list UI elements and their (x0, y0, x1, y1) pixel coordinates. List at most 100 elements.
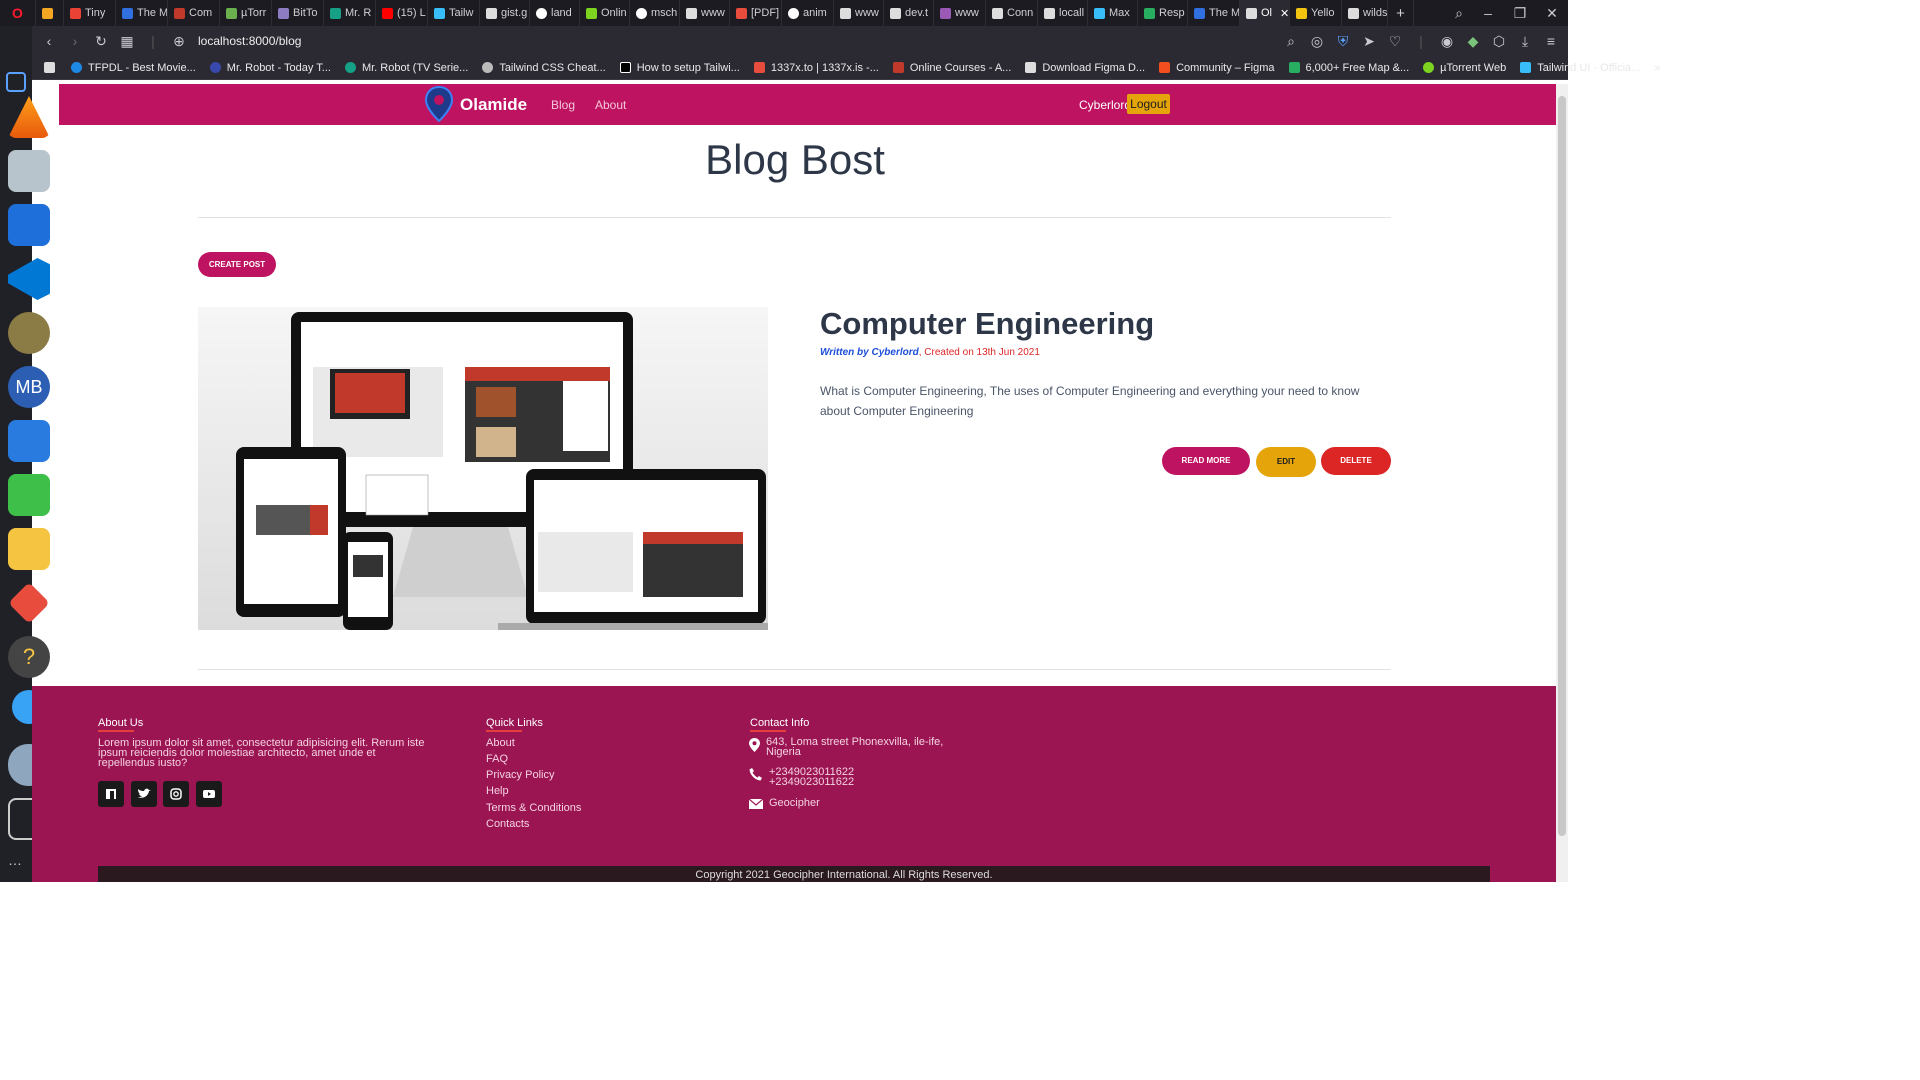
bookmark-item[interactable]: Download Figma D... (1025, 62, 1145, 74)
browser-tab[interactable]: Conn (986, 0, 1038, 26)
bookmark-folder-icon[interactable] (44, 62, 61, 73)
browser-tab[interactable]: locall (1038, 0, 1088, 26)
footer-link-help[interactable]: Help (486, 785, 509, 797)
restore-icon[interactable]: ❐ (1504, 5, 1536, 22)
bookmark-item[interactable]: TFPDL - Best Movie... (71, 62, 196, 74)
logout-button[interactable]: Logout (1127, 94, 1170, 114)
footer-link-about[interactable]: About (486, 737, 515, 749)
search-tabs-icon[interactable]: ⌕ (1446, 5, 1472, 22)
create-post-button[interactable]: CREATE POST (198, 252, 276, 277)
footer-link-privacy[interactable]: Privacy Policy (486, 769, 554, 781)
close-tab-icon[interactable]: ✕ (1280, 7, 1289, 20)
browser-tab[interactable]: BitTo (272, 0, 324, 26)
zoom-icon[interactable]: ⌕ (1278, 33, 1304, 50)
globe-app-icon[interactable] (8, 312, 50, 354)
disc-app-icon[interactable] (8, 420, 50, 462)
browser-tab[interactable]: land (530, 0, 580, 26)
snapshot-icon[interactable]: ◎ (1304, 33, 1330, 50)
back-icon[interactable]: ‹ (36, 33, 62, 49)
browser-tab[interactable]: dev.t (884, 0, 934, 26)
settings-icon[interactable]: ≡ (1538, 33, 1564, 49)
browser-tab[interactable]: [PDF] (730, 0, 782, 26)
extension-icon[interactable]: ◆ (1460, 33, 1486, 50)
bookmark-item[interactable]: Tailwind UI - Officia... (1520, 62, 1640, 74)
footer-email[interactable]: Geocipher (769, 797, 820, 809)
browser-tab[interactable]: msch (630, 0, 680, 26)
heart-icon[interactable]: ♡ (1382, 33, 1408, 50)
shield-icon[interactable]: ⛨ (1330, 33, 1356, 50)
read-more-button[interactable]: READ MORE (1162, 447, 1250, 475)
browser-tab[interactable]: Max (1088, 0, 1138, 26)
opera-menu-icon[interactable]: O (0, 0, 36, 26)
browser-tab[interactable]: Tiny (64, 0, 116, 26)
help-icon[interactable]: ? (8, 636, 50, 678)
mb-app-icon[interactable]: MB (8, 366, 50, 408)
send-icon[interactable]: ➤ (1356, 33, 1382, 50)
youtube-icon[interactable] (196, 781, 222, 807)
tab-pinned-icon[interactable] (36, 0, 64, 26)
browser-tab[interactable]: Onlin (580, 0, 630, 26)
delete-button[interactable]: DELETE (1321, 447, 1391, 475)
nav-blog[interactable]: Blog (551, 98, 575, 112)
facebook-icon[interactable] (98, 781, 124, 807)
new-tab-icon[interactable]: + (1388, 0, 1414, 26)
devices-mockup-illustration (236, 312, 768, 630)
cube-icon[interactable]: ⬡ (1486, 33, 1512, 50)
footer-phone-2[interactable]: +2349023011622 (769, 777, 854, 788)
browser-tab[interactable]: wilds (1342, 0, 1388, 26)
scrollbar-thumb[interactable] (1558, 96, 1566, 836)
bookmark-item[interactable]: 1337x.to | 1337x.is -... (753, 62, 879, 74)
browser-tab[interactable]: Mr. R (324, 0, 376, 26)
media-player-icon[interactable] (8, 204, 50, 246)
browser-tab[interactable]: www (834, 0, 884, 26)
browser-tab[interactable]: gist.g (480, 0, 530, 26)
download-icon[interactable]: ⤓ (1512, 33, 1538, 50)
browser-tab[interactable]: The M (1188, 0, 1240, 26)
edit-button[interactable]: EDIT (1256, 447, 1316, 477)
instagram-icon[interactable] (163, 781, 189, 807)
site-info-icon[interactable]: ⊕ (166, 33, 192, 50)
post-title[interactable]: Computer Engineering (820, 306, 1154, 342)
post-image[interactable] (198, 307, 768, 630)
bookmark-item[interactable]: Mr. Robot (TV Serie... (344, 62, 468, 74)
more-bookmarks-icon[interactable]: » (1654, 62, 1660, 74)
browser-tab[interactable]: www (680, 0, 730, 26)
browser-tab[interactable]: (15) L (376, 0, 428, 26)
forward-icon[interactable]: › (62, 33, 88, 49)
more-icon[interactable]: … (8, 852, 22, 868)
footer-link-terms[interactable]: Terms & Conditions (486, 802, 581, 814)
bookmark-item[interactable]: Mr. Robot - Today T... (209, 62, 331, 74)
bookmark-item[interactable]: Community – Figma (1159, 62, 1275, 74)
bookmark-item[interactable]: How to setup Tailwi... (619, 62, 740, 74)
home-icon[interactable] (6, 72, 26, 92)
browser-tab[interactable]: µTorr (220, 0, 272, 26)
folder-icon[interactable] (8, 528, 50, 570)
camtasia-icon[interactable] (8, 474, 50, 516)
bookmark-item[interactable]: Online Courses - A... (892, 62, 1011, 74)
url-field[interactable]: localhost:8000/blog (198, 34, 301, 48)
footer-about-title: About Us (98, 717, 143, 732)
tab-grid-icon[interactable]: ▦ (114, 33, 140, 50)
bookmark-item[interactable]: µTorrent Web (1423, 62, 1506, 74)
browser-tab[interactable]: Resp (1138, 0, 1188, 26)
browser-tab[interactable]: Com (168, 0, 220, 26)
bookmark-item[interactable]: Tailwind CSS Cheat... (482, 62, 606, 74)
map-marker-icon (749, 738, 760, 752)
bookmark-item[interactable]: 6,000+ Free Map &... (1288, 62, 1409, 74)
close-window-icon[interactable]: ✕ (1536, 5, 1568, 22)
browser-tab[interactable]: Yello (1290, 0, 1342, 26)
footer-link-contacts[interactable]: Contacts (486, 818, 529, 830)
browser-tab-active[interactable]: Ol ✕ (1240, 0, 1290, 26)
browser-tab[interactable]: Tailw (428, 0, 480, 26)
site-logo[interactable]: Olamide (460, 95, 527, 115)
nav-about[interactable]: About (595, 98, 626, 112)
browser-tab[interactable]: anim (782, 0, 834, 26)
browser-tab[interactable]: www (934, 0, 986, 26)
reload-icon[interactable]: ↻ (88, 33, 114, 50)
footer-link-faq[interactable]: FAQ (486, 753, 508, 765)
minimize-icon[interactable]: – (1472, 5, 1504, 21)
vpn-icon[interactable]: ◉ (1434, 33, 1460, 50)
twitter-icon[interactable] (131, 781, 157, 807)
post-author[interactable]: Written by Cyberlord (820, 347, 919, 358)
browser-tab[interactable]: The M (116, 0, 168, 26)
